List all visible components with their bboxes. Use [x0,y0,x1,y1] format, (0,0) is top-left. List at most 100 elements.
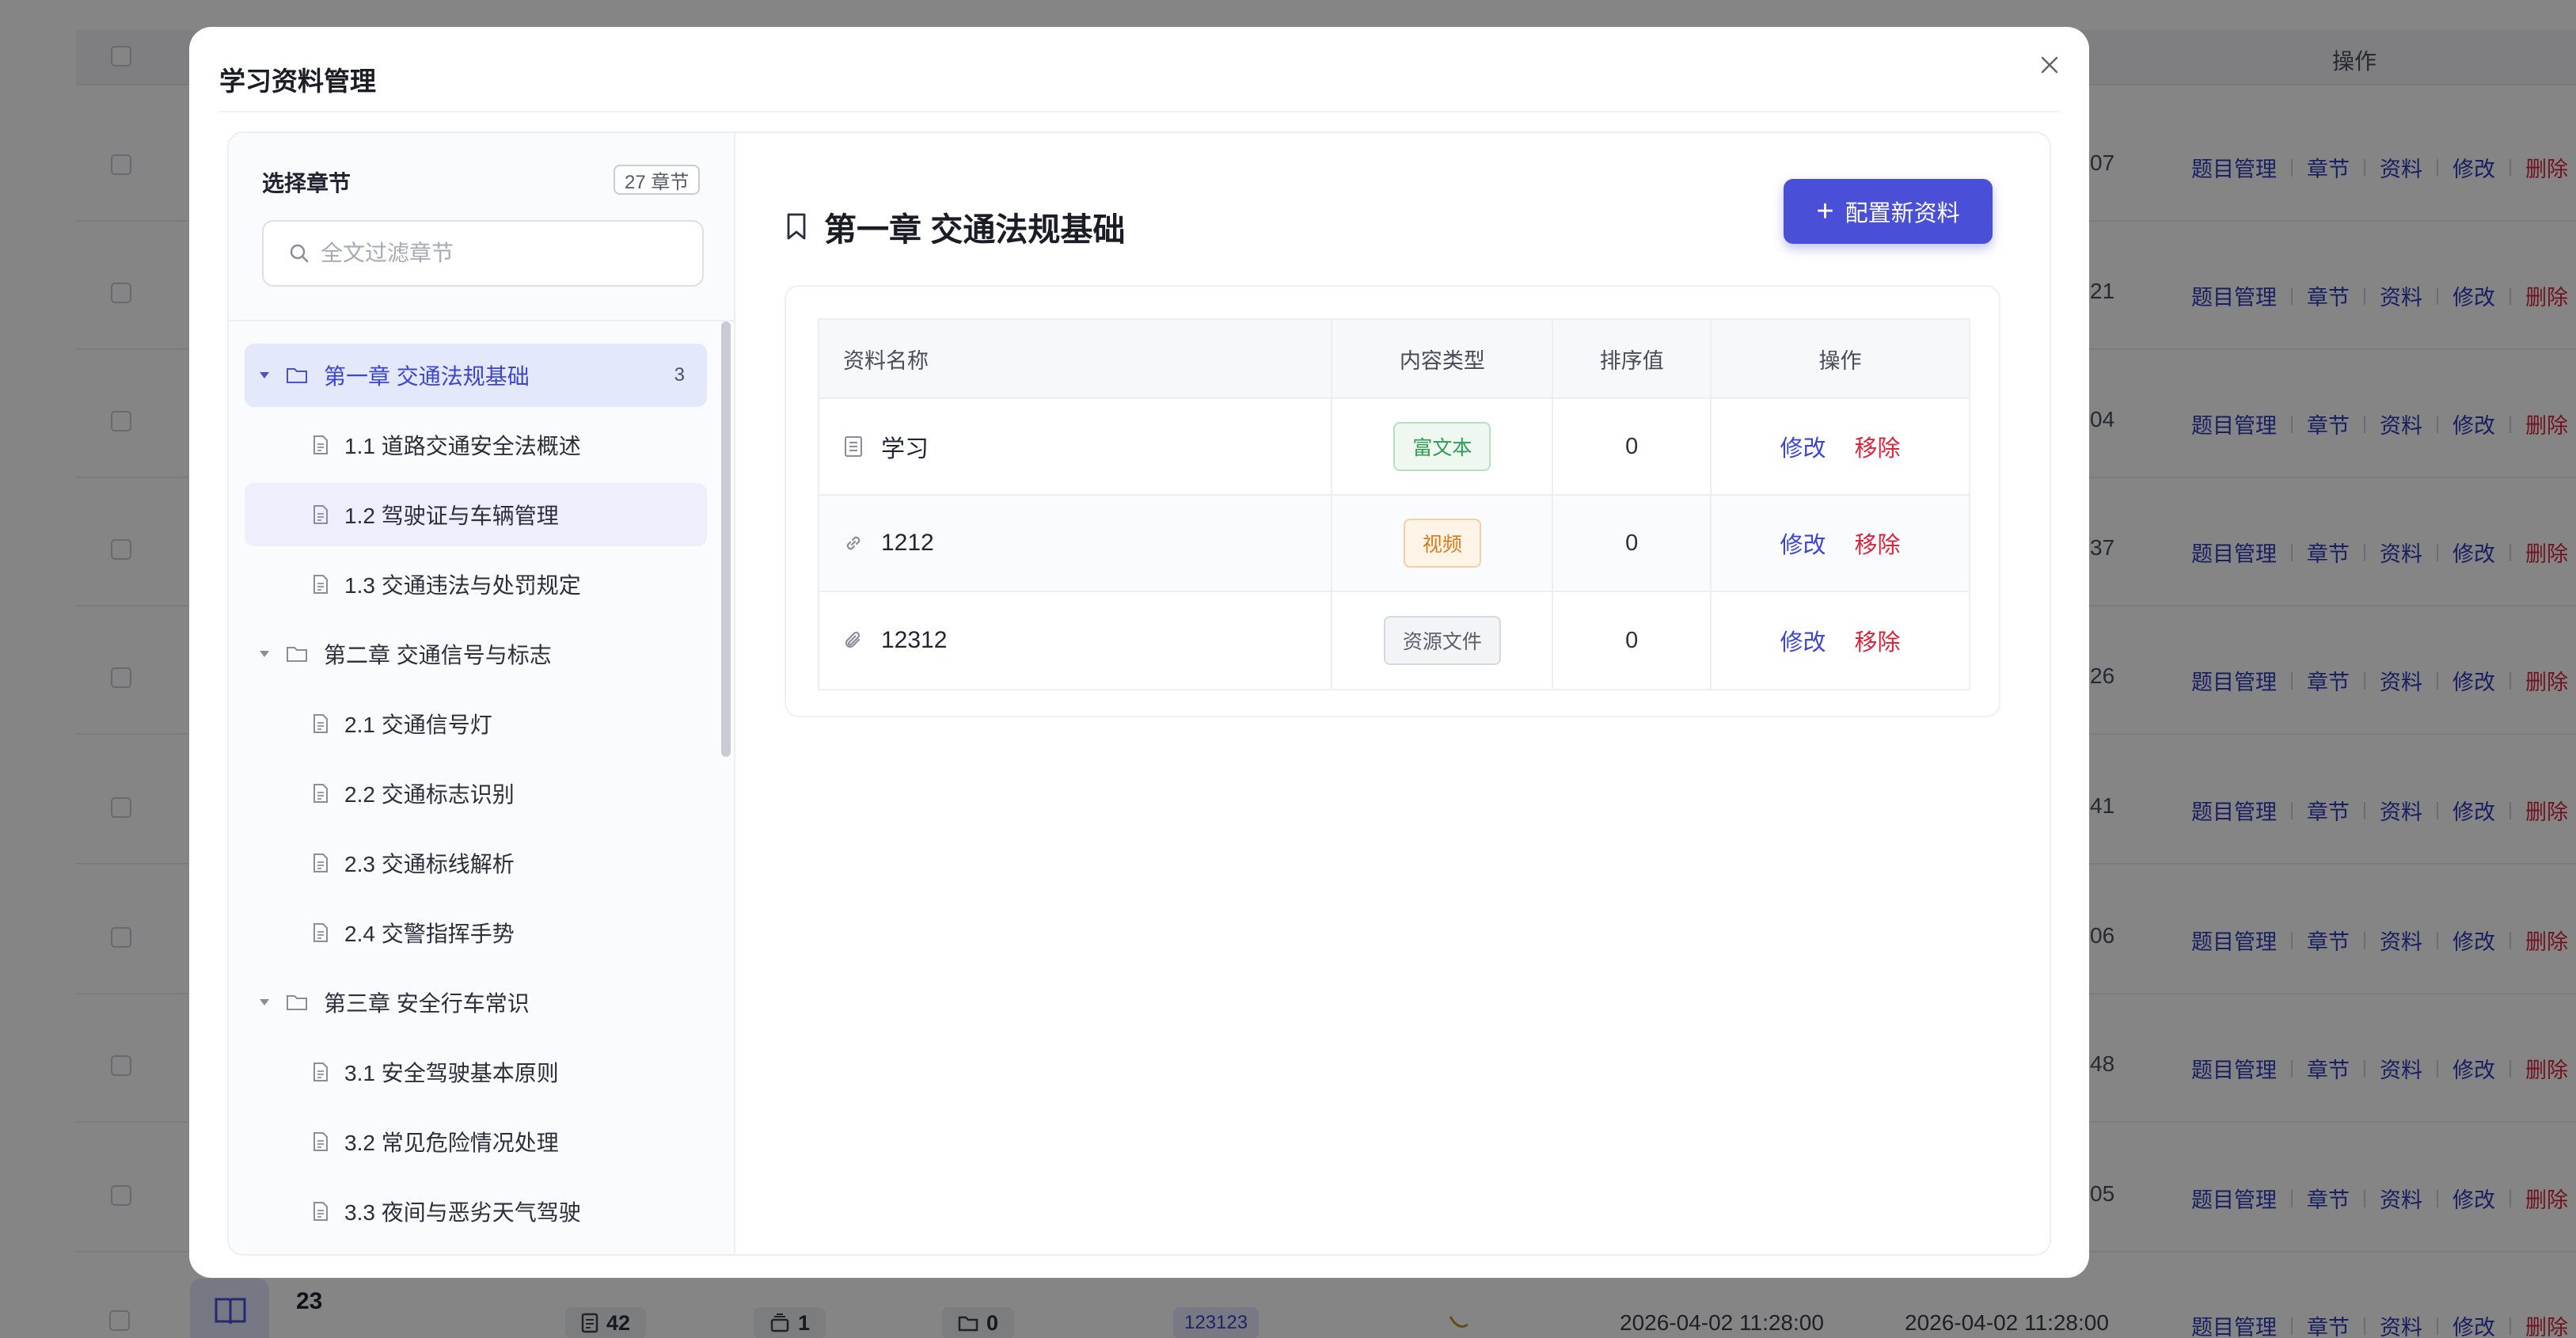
tree-section-item[interactable]: 3.3 夜间与恶劣天气驾驶 [245,1180,707,1243]
materials-modal: 学习资料管理 选择章节 27 章节 第一章 交通法规基础 3 1.1 道路交通安全法… [189,27,2089,1278]
material-name: 学习 [881,436,929,462]
column-type: 内容类型 [1332,320,1554,397]
tree-section-item[interactable]: 2.1 交通信号灯 [245,692,707,755]
material-name-cell: 12312 [819,592,1333,689]
material-actions-cell: 修改 移除 [1712,399,1969,494]
material-name-cell: 学习 [819,399,1333,494]
tree-item-label: 2.2 交通标志识别 [344,782,515,807]
document-icon [313,1062,329,1082]
material-type-cell: 富文本 [1332,399,1554,494]
chapter-count-badge: 27 章节 [614,165,701,195]
material-sort-value: 0 [1553,496,1712,591]
tree-section-item[interactable]: 1.1 道路交通安全法概述 [245,413,707,477]
material-sort-value: 0 [1553,399,1712,494]
tree-section-item[interactable]: 3.2 常见危险情况处理 [245,1110,707,1173]
material-actions-cell: 修改 移除 [1712,496,1969,591]
material-sort-value: 0 [1553,592,1712,689]
document-icon [313,1131,329,1152]
edit-material-link[interactable]: 修改 [1780,624,1826,657]
document-icon [313,435,329,455]
document-icon [313,574,329,595]
edit-material-link[interactable]: 修改 [1780,526,1826,560]
table-row[interactable]: 学习 富文本 0 修改 移除 [819,399,1969,496]
edit-material-link[interactable]: 修改 [1780,430,1826,463]
caret-down-icon[interactable] [256,371,273,379]
plus-icon: + [1816,195,1834,228]
tree-section-item[interactable]: 3.1 安全驾驶基本原则 [245,1040,707,1104]
chapter-panel-title: 选择章节 [262,171,351,196]
paperclip-icon [843,630,864,651]
tree-item-label: 第一章 交通法规基础 [324,364,530,389]
chapter-panel-divider [229,320,735,321]
table-row[interactable]: 12312 资源文件 0 修改 移除 [819,592,1969,689]
remove-material-link[interactable]: 移除 [1854,624,1900,657]
materials-panel: 第一章 交通法规基础 + 配置新资料 资料名称 内容类型 排序值 操作 学习 富文… [735,133,2050,1254]
tree-item-label: 第三章 安全行车常识 [324,991,530,1016]
materials-table: 资料名称 内容类型 排序值 操作 学习 富文本 0 修改 移除 1212 视频 0 修改 移除 12… [818,318,1970,690]
folder-icon [286,366,308,385]
remove-material-link[interactable]: 移除 [1854,430,1900,463]
document-icon [313,783,329,804]
content-type-tag: 资源文件 [1383,616,1501,665]
modal-title: 学习资料管理 [219,67,376,96]
chapter-panel: 选择章节 27 章节 第一章 交通法规基础 3 1.1 道路交通安全法概述 1.2 驾… [229,133,735,1254]
document-icon [313,1201,329,1222]
tree-chapter-item[interactable]: 第一章 交通法规基础 3 [245,344,707,407]
tree-section-item[interactable]: 2.3 交通标线解析 [245,831,707,895]
tree-chapter-item[interactable]: 第二章 交通信号与标志 [245,622,707,686]
chapter-search-input[interactable] [321,241,685,266]
scrollbar-thumb[interactable] [721,321,731,757]
close-icon [2041,56,2058,74]
add-material-label: 配置新资料 [1845,201,1960,226]
table-header: 资料名称 内容类型 排序值 操作 [819,320,1969,399]
document-icon [843,435,864,458]
caret-down-icon[interactable] [256,650,273,658]
materials-table-card: 资料名称 内容类型 排序值 操作 学习 富文本 0 修改 移除 1212 视频 0 修改 移除 12… [785,285,2000,717]
tree-section-item[interactable]: 1.2 驾驶证与车辆管理 [245,483,707,546]
tree-section-item[interactable]: 2.2 交通标志识别 [245,762,707,825]
caret-down-icon[interactable] [256,998,273,1006]
close-button[interactable] [2032,48,2067,82]
modal-divider [219,111,2059,112]
tree-item-label: 3.1 安全驾驶基本原则 [344,1061,559,1085]
tree-item-label: 第二章 交通信号与标志 [324,643,552,667]
search-icon [290,244,309,263]
column-actions: 操作 [1818,348,1862,373]
content-type-tag: 视频 [1403,519,1481,568]
document-icon [313,853,329,873]
chapter-scrollbar[interactable] [721,321,731,1254]
material-name-cell: 1212 [819,496,1333,591]
chapter-search[interactable] [262,220,704,287]
tree-item-count: 3 [674,364,685,386]
tree-item-label: 3.2 常见危险情况处理 [344,1131,559,1155]
tree-section-item[interactable]: 1.3 交通违法与处罚规定 [245,553,707,616]
add-material-button[interactable]: + 配置新资料 [1784,179,1993,244]
material-actions-cell: 修改 移除 [1712,592,1969,689]
modal-body: 选择章节 27 章节 第一章 交通法规基础 3 1.1 道路交通安全法概述 1.2 驾… [227,131,2051,1256]
tree-chapter-item[interactable]: 第三章 安全行车常识 [245,971,707,1034]
material-name: 1212 [881,530,934,556]
tree-item-label: 2.4 交警指挥手势 [344,922,515,946]
content-type-tag: 富文本 [1393,422,1491,471]
tree-item-label: 2.3 交通标线解析 [344,852,515,876]
material-name: 12312 [881,627,948,653]
tree-section-item[interactable]: 2.4 交警指挥手势 [245,901,707,964]
tree-item-label: 1.2 驾驶证与车辆管理 [344,504,559,528]
table-row[interactable]: 1212 视频 0 修改 移除 [819,496,1969,592]
document-icon [313,504,329,525]
tree-item-label: 3.3 夜间与恶劣天气驾驶 [344,1200,581,1225]
column-sort: 排序值 [1553,320,1712,397]
remove-material-link[interactable]: 移除 [1854,526,1900,560]
column-name: 资料名称 [819,320,1333,397]
material-type-cell: 资源文件 [1332,592,1554,689]
document-icon [313,922,329,943]
tree-item-label: 1.1 道路交通安全法概述 [344,434,581,458]
selected-chapter-title: 第一章 交通法规基础 [786,203,1125,250]
selected-chapter-label: 第一章 交通法规基础 [824,211,1126,248]
material-type-cell: 视频 [1332,496,1554,591]
folder-icon [286,644,308,663]
folder-icon [286,993,308,1012]
bookmark-icon [787,213,806,240]
link-icon [843,533,864,553]
chapter-tree: 第一章 交通法规基础 3 1.1 道路交通安全法概述 1.2 驾驶证与车辆管理 1.3 … [245,344,707,1249]
